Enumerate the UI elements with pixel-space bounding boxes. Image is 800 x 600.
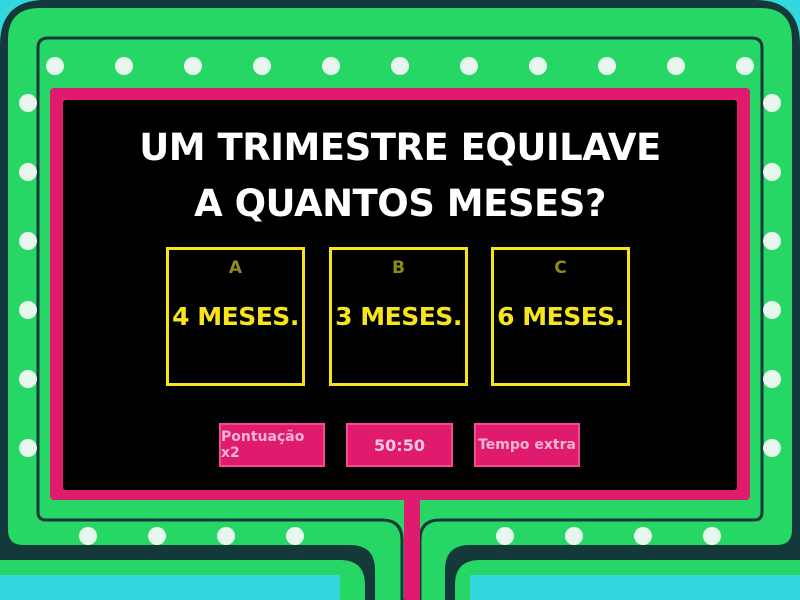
answer-c-text: 6 MESES. bbox=[497, 302, 624, 331]
bulb-light bbox=[763, 163, 781, 181]
answer-a-letter: A bbox=[228, 258, 243, 278]
bulb-light bbox=[46, 57, 64, 75]
bulb-light bbox=[322, 57, 340, 75]
bulb-light bbox=[634, 527, 652, 545]
bulb-light bbox=[460, 57, 478, 75]
bulb-light bbox=[763, 301, 781, 319]
extra-time-button[interactable]: Tempo extra bbox=[474, 423, 580, 467]
double-points-button[interactable]: Pontuação x2 bbox=[219, 423, 325, 467]
bulb-light bbox=[496, 527, 514, 545]
bulb-light bbox=[19, 232, 37, 250]
bulb-light bbox=[763, 94, 781, 112]
bulb-light bbox=[286, 527, 304, 545]
bulb-light bbox=[667, 57, 685, 75]
bulb-light bbox=[19, 439, 37, 457]
bulb-light bbox=[19, 163, 37, 181]
answer-b-button[interactable]: B 3 MESES. bbox=[329, 247, 468, 386]
bulb-light bbox=[598, 57, 616, 75]
bulb-light bbox=[736, 57, 754, 75]
answer-c-button[interactable]: C 6 MESES. bbox=[491, 247, 630, 386]
bulb-light bbox=[184, 57, 202, 75]
question-text: UM TRIMESTRE EQUILAVE A QUANTOS MESES? bbox=[63, 120, 737, 232]
bulb-light bbox=[79, 527, 97, 545]
bulb-light bbox=[763, 439, 781, 457]
answer-c-letter: C bbox=[554, 258, 567, 278]
bulb-light bbox=[565, 527, 583, 545]
pedestal-cyan-right bbox=[470, 575, 800, 600]
answer-a-text: 4 MESES. bbox=[172, 302, 299, 331]
board-neck bbox=[404, 495, 420, 600]
bulb-light bbox=[529, 57, 547, 75]
bulb-light bbox=[763, 370, 781, 388]
bulb-light bbox=[217, 527, 235, 545]
answer-b-text: 3 MESES. bbox=[335, 302, 462, 331]
bulb-light bbox=[703, 527, 721, 545]
bulb-light bbox=[763, 232, 781, 250]
bulb-light bbox=[253, 57, 271, 75]
bulb-light bbox=[148, 527, 166, 545]
bulb-light bbox=[19, 301, 37, 319]
bulb-light bbox=[391, 57, 409, 75]
bulb-light bbox=[19, 94, 37, 112]
bulb-light bbox=[115, 57, 133, 75]
question-line-2: A QUANTOS MESES? bbox=[194, 182, 606, 225]
question-line-1: UM TRIMESTRE EQUILAVE bbox=[139, 126, 661, 169]
answer-a-button[interactable]: A 4 MESES. bbox=[166, 247, 305, 386]
fifty-fifty-button[interactable]: 50:50 bbox=[346, 423, 453, 467]
answer-b-letter: B bbox=[392, 258, 405, 278]
pedestal-cyan-left bbox=[0, 575, 340, 600]
bulb-light bbox=[19, 370, 37, 388]
